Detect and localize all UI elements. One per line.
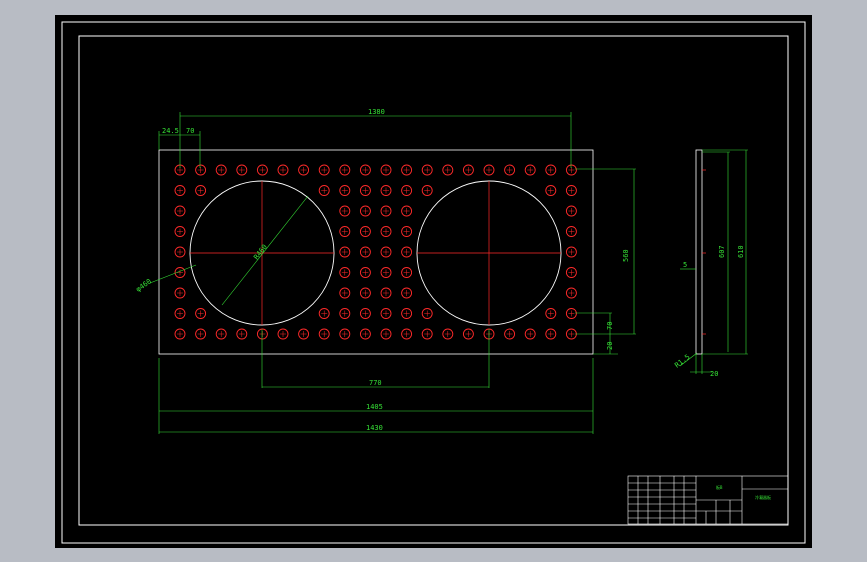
- dim-top-total: 1380: [368, 108, 385, 116]
- dim-circle-distance: 770: [369, 379, 382, 387]
- dim-pitch: 70: [186, 127, 194, 135]
- dim-first-offset: 24.5: [162, 127, 179, 135]
- dim-vertical-pitch: 70: [606, 322, 614, 330]
- cad-drawing-canvas: 1380 24.5 70 φ460 R460 560 70 20 770 140…: [55, 15, 812, 548]
- dim-outer-length: 1430: [366, 424, 383, 432]
- dim-side-thickness: 5: [683, 261, 687, 269]
- dim-side-base: 20: [710, 370, 718, 378]
- title-block-left: 板B: [716, 484, 723, 490]
- dim-vertical-total: 560: [622, 249, 630, 262]
- dim-inner-length: 1405: [366, 403, 383, 411]
- drawing-sheet: [55, 15, 812, 548]
- dim-side-outer: 610: [737, 245, 745, 258]
- dim-vertical-edge: 20: [606, 342, 614, 350]
- title-block-right: 冷凝器板: [755, 494, 771, 500]
- dim-side-inner: 607: [718, 245, 726, 258]
